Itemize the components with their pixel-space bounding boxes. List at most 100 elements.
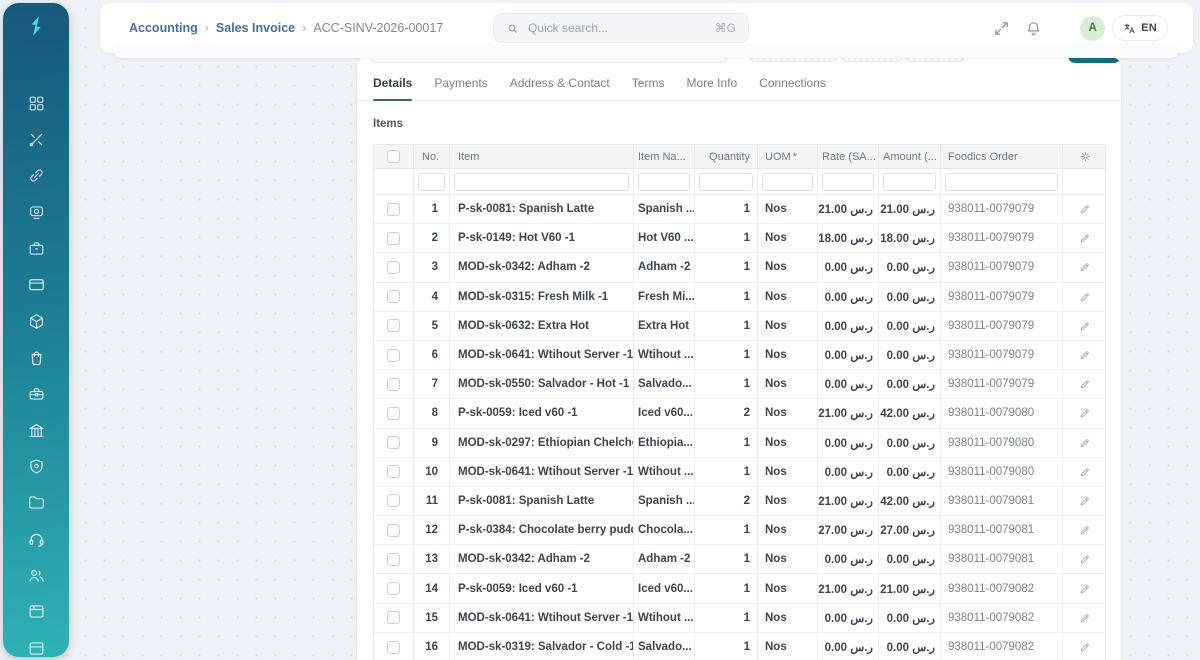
filter-input-quantity[interactable] [699,173,753,191]
edit-pencil-icon[interactable] [1079,641,1091,653]
users-icon[interactable] [27,566,46,585]
cell-foodics_order: 938011-0079080 [941,458,1063,486]
edit-pencil-icon[interactable] [1079,261,1091,273]
filter-input-foodics_order[interactable] [945,173,1058,191]
row-checkbox[interactable] [387,553,400,566]
breadcrumb-item[interactable]: Sales Invoice [216,21,295,35]
tab-payments[interactable]: Payments [434,65,487,100]
tab-more-info[interactable]: More Info [686,65,737,100]
edit-pencil-icon[interactable] [1079,407,1091,419]
app-logo[interactable] [22,12,50,40]
cell-item_name: Hot V60 ... [634,224,695,252]
row-checkbox[interactable] [387,582,400,595]
cell-uom: Nos [758,224,818,252]
row-checkbox[interactable] [387,641,400,654]
row-checkbox[interactable] [387,436,400,449]
filter-input-amount[interactable] [883,173,936,191]
cell-quantity: 1 [695,574,758,602]
row-checkbox[interactable] [387,261,400,274]
edit-pencil-icon[interactable] [1079,203,1091,215]
edit-pencil-icon[interactable] [1079,437,1091,449]
column-header-item: Item [450,145,634,168]
row-checkbox[interactable] [387,494,400,507]
row-edit-cell [1063,253,1107,281]
credit-card-icon[interactable] [27,275,46,294]
row-checkbox[interactable] [387,319,400,332]
fullscreen-icon[interactable] [993,20,1010,37]
camera-icon[interactable] [27,203,46,222]
cell-quantity: 2 [695,487,758,515]
edit-pencil-icon[interactable] [1079,320,1091,332]
cell-quantity: 1 [695,341,758,369]
tab-terms[interactable]: Terms [632,65,665,100]
table-row: 14P-sk-0059: Iced v60 -1Iced v60...1Nos2… [374,574,1105,603]
filter-input-uom[interactable] [762,173,813,191]
row-checkbox-cell [374,195,414,223]
row-checkbox-cell [374,574,414,602]
edit-pencil-icon[interactable] [1079,232,1091,244]
tools-icon[interactable] [27,130,46,149]
shield-icon[interactable] [27,457,46,476]
cell-uom: Nos [758,195,818,223]
notifications-bell-icon[interactable] [1025,20,1042,37]
edit-pencil-icon[interactable] [1079,466,1091,478]
row-checkbox[interactable] [387,349,400,362]
row-checkbox[interactable] [387,378,400,391]
filter-input-no[interactable] [418,173,445,191]
breadcrumb-item: ACC-SINV-2026-00017 [313,21,443,35]
edit-pencil-icon[interactable] [1079,583,1091,595]
row-checkbox[interactable] [387,524,400,537]
row-checkbox[interactable] [387,290,400,303]
edit-pencil-icon[interactable] [1079,495,1091,507]
edit-pencil-icon[interactable] [1079,524,1091,536]
language-selector[interactable]: EN [1112,15,1168,41]
cell-uom: Nos [758,283,818,311]
table-row: 2P-sk-0149: Hot V60 -1Hot V60 ...1Nos18.… [374,224,1105,253]
panel-icon[interactable] [27,602,46,621]
cell-uom: Nos [758,429,818,457]
folder-icon[interactable] [27,493,46,512]
filter-input-item_name[interactable] [638,173,690,191]
cell-amount: 0.00 ر.س [879,604,941,632]
cell-uom: Nos [758,516,818,544]
quick-search-input[interactable]: Quick search... ⌘G [493,13,749,43]
table-settings-gear-icon[interactable] [1079,150,1092,163]
row-checkbox[interactable] [387,407,400,420]
cell-foodics_order: 938011-0079079 [941,253,1063,281]
briefcase-icon[interactable] [27,239,46,258]
apps-icon[interactable] [27,94,46,113]
link-icon[interactable] [27,166,46,185]
row-checkbox[interactable] [387,232,400,245]
headset-icon[interactable] [27,530,46,549]
breadcrumb-item[interactable]: Accounting [129,21,198,35]
cell-item: P-sk-0081: Spanish Latte [450,487,634,515]
cell-quantity: 1 [695,195,758,223]
tab-address-contact[interactable]: Address & Contact [510,65,610,100]
edit-pencil-icon[interactable] [1079,291,1091,303]
cell-no: 7 [414,370,450,398]
filter-input-item[interactable] [454,173,629,191]
package-icon[interactable] [27,312,46,331]
table-row: 8P-sk-0059: Iced v60 -1Iced v60...2Nos21… [374,399,1105,428]
row-checkbox[interactable] [387,465,400,478]
edit-pencil-icon[interactable] [1079,612,1091,624]
select-all-checkbox[interactable] [387,150,400,163]
building-icon[interactable] [27,421,46,440]
row-edit-cell [1063,224,1107,252]
edit-pencil-icon[interactable] [1079,553,1091,565]
cell-item_name: Extra Hot [634,312,695,340]
row-checkbox-cell [374,516,414,544]
row-checkbox-cell [374,633,414,660]
edit-pencil-icon[interactable] [1079,349,1091,361]
filter-input-rate[interactable] [822,173,874,191]
row-edit-cell [1063,604,1107,632]
partial-icon[interactable] [27,639,46,657]
tab-connections[interactable]: Connections [759,65,826,100]
user-avatar[interactable]: A [1080,16,1105,41]
shopping-bag-icon[interactable] [27,348,46,367]
toolbox-icon[interactable] [27,384,46,403]
tab-details[interactable]: Details [373,65,412,100]
row-checkbox[interactable] [387,203,400,216]
row-checkbox[interactable] [387,611,400,624]
edit-pencil-icon[interactable] [1079,378,1091,390]
